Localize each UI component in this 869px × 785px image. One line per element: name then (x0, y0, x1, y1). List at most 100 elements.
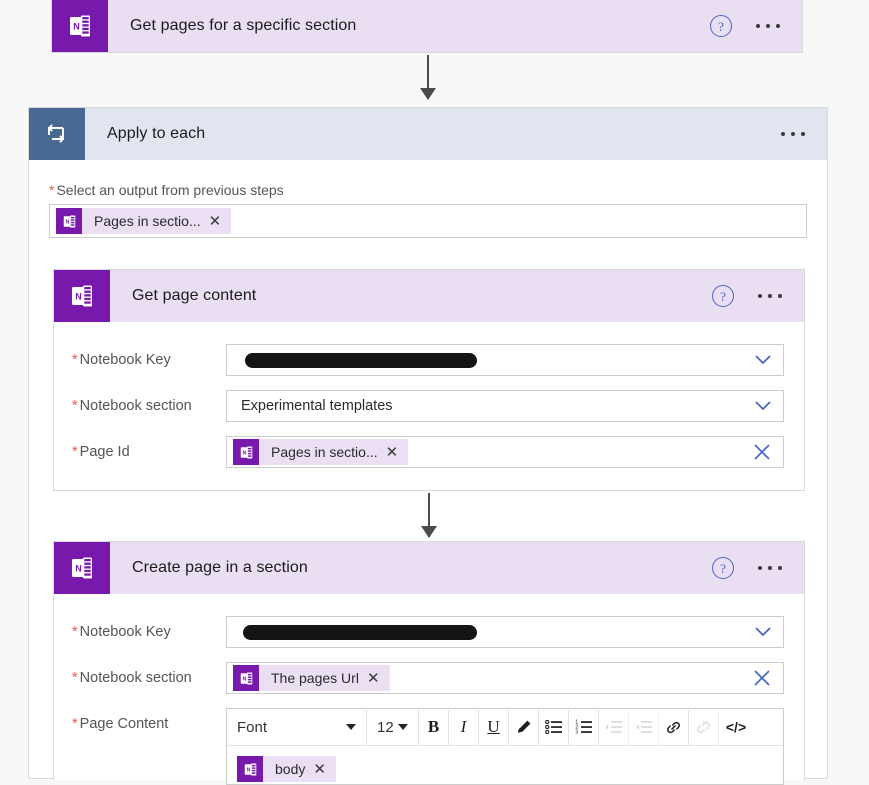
svg-text:N: N (242, 450, 246, 456)
card-header[interactable]: N Get page content ? (54, 270, 804, 322)
help-icon[interactable]: ? (712, 285, 734, 307)
card-body: * Notebook Key * No (54, 322, 804, 468)
field-row-notebook-key: * Notebook Key (54, 616, 784, 648)
card-header-actions: ? (712, 285, 804, 307)
select-output-label: * Select an output from previous steps (49, 182, 284, 198)
svg-text:3: 3 (575, 730, 578, 735)
code-view-icon[interactable]: </> (719, 710, 753, 745)
notebook-section-dropdown[interactable]: Experimental templates (226, 390, 784, 422)
svg-text:N: N (65, 219, 69, 225)
indent-decrease-icon[interactable] (629, 709, 659, 745)
field-row-page-id: * Page Id N Pages in sectio... ✕ (54, 436, 784, 468)
onenote-icon: N (52, 0, 108, 52)
card-body: * Notebook Key * No (54, 594, 804, 785)
token-chip-pages-in-section[interactable]: N Pages in sectio... ✕ (56, 208, 232, 234)
svg-text:N: N (75, 292, 82, 302)
token-chip-pages-in-section[interactable]: N Pages in sectio... ✕ (233, 439, 409, 465)
token-chip-the-pages-url[interactable]: N The pages Url ✕ (233, 665, 390, 691)
onenote-icon: N (233, 665, 259, 691)
link-icon[interactable] (659, 709, 689, 745)
card-menu-ellipsis-icon[interactable] (758, 294, 782, 298)
help-icon[interactable]: ? (712, 557, 734, 579)
underline-icon[interactable]: U (479, 709, 509, 745)
token-remove-icon[interactable]: ✕ (209, 214, 222, 229)
token-remove-icon[interactable]: ✕ (386, 445, 399, 460)
field-row-notebook-section: * Notebook section N The pages Url ✕ (54, 662, 784, 694)
action-card-get-page-content[interactable]: N Get page content ? * Notebook Key * No… (53, 269, 805, 491)
font-family-value: Font (237, 718, 268, 736)
notebook-key-dropdown[interactable] (226, 616, 784, 648)
notebook-section-input[interactable]: N The pages Url ✕ (226, 662, 784, 694)
notebook-key-dropdown[interactable] (226, 344, 784, 376)
card-menu-ellipsis-icon[interactable] (758, 566, 782, 570)
card-header[interactable]: N Get pages for a specific section ? (52, 0, 802, 52)
svg-text:N: N (242, 676, 246, 682)
onenote-icon: N (233, 439, 259, 465)
select-output-section: *Select an output from previous steps N (29, 160, 827, 238)
chevron-down-icon[interactable] (755, 401, 771, 411)
connector-arrow-2 (421, 493, 437, 538)
card-title: Create page in a section (132, 559, 308, 576)
card-menu-ellipsis-icon[interactable] (781, 132, 805, 136)
connector-arrow-1 (420, 55, 436, 100)
rich-text-content-area[interactable]: N body ✕ (227, 746, 783, 784)
action-card-apply-to-each[interactable]: Apply to each * Select an output from pre… (28, 107, 828, 785)
font-size-dropdown[interactable]: 12 (367, 709, 419, 745)
field-row-notebook-key: * Notebook Key (54, 344, 784, 376)
page-content-rich-text-editor[interactable]: Font 12 B I U 1 2 3 </> N body ✕ (226, 708, 784, 785)
unlink-icon[interactable] (689, 709, 719, 745)
action-card-get-pages[interactable]: N Get pages for a specific section ? (51, 0, 803, 53)
token-label: The pages Url (271, 670, 359, 686)
card-header[interactable]: N Create page in a section ? (54, 542, 804, 594)
card-title: Get page content (132, 287, 257, 304)
field-label: * Notebook Key (72, 624, 171, 640)
redaction-mark (243, 625, 477, 640)
token-chip-body[interactable]: N body ✕ (237, 756, 336, 782)
card-title: Get pages for a specific section (130, 17, 357, 34)
clear-x-icon[interactable] (753, 669, 771, 687)
card-menu-ellipsis-icon[interactable] (756, 24, 780, 28)
bold-icon[interactable]: B (419, 709, 449, 745)
token-label: Pages in sectio... (271, 444, 378, 460)
indent-increase-icon[interactable] (599, 709, 629, 745)
chevron-down-icon[interactable] (755, 627, 771, 637)
token-remove-icon[interactable]: ✕ (313, 762, 326, 777)
token-label: body (275, 761, 306, 777)
field-label: * Page Id (72, 444, 130, 460)
chevron-down-icon (398, 724, 408, 730)
page-id-input[interactable]: N Pages in sectio... ✕ (226, 436, 784, 468)
token-label: Pages in sectio... (94, 213, 201, 229)
flow-designer-canvas: N Get pages for a specific section ? App… (0, 0, 869, 785)
highlighter-pen-icon[interactable] (509, 709, 539, 745)
numbered-list-icon[interactable]: 1 2 3 (569, 709, 599, 745)
required-asterisk: * (49, 182, 55, 198)
clear-x-icon[interactable] (753, 443, 771, 461)
svg-text:N: N (246, 767, 250, 773)
token-remove-icon[interactable]: ✕ (367, 671, 380, 686)
required-asterisk: * (72, 624, 78, 640)
svg-text:N: N (73, 22, 80, 32)
chevron-down-icon[interactable] (755, 355, 771, 365)
required-asterisk: * (72, 352, 78, 368)
font-family-dropdown[interactable]: Font (227, 709, 367, 745)
help-icon[interactable]: ? (710, 15, 732, 37)
required-asterisk: * (72, 444, 78, 460)
bulleted-list-icon[interactable] (539, 709, 569, 745)
field-label: * Page Content (72, 716, 169, 732)
card-header[interactable]: Apply to each (29, 108, 827, 160)
field-row-page-content: * Page Content Font 12 B I U 1 2 3 </> N… (54, 708, 784, 785)
onenote-icon: N (237, 756, 263, 782)
onenote-icon: N (56, 208, 82, 234)
required-asterisk: * (72, 398, 78, 414)
svg-text:N: N (75, 564, 82, 574)
onenote-icon: N (54, 270, 110, 322)
italic-icon[interactable]: I (449, 709, 479, 745)
select-output-input[interactable]: N Pages in sectio... ✕ (49, 204, 807, 238)
loop-icon (29, 108, 85, 160)
card-header-actions: ? (712, 557, 804, 579)
field-value: Experimental templates (241, 398, 393, 414)
card-header-actions (781, 132, 827, 136)
required-asterisk: * (72, 716, 78, 732)
font-size-value: 12 (377, 718, 394, 736)
action-card-create-page[interactable]: N Create page in a section ? * Notebook … (53, 541, 805, 785)
